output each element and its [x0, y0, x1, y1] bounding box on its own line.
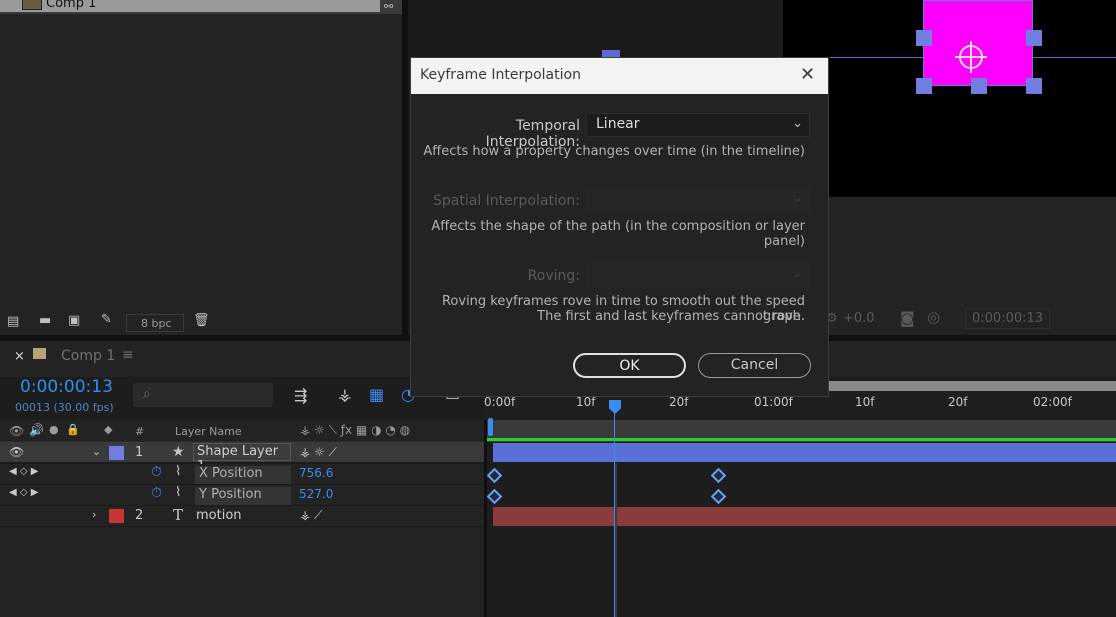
- composition-icon: [22, 0, 42, 10]
- feather-icon[interactable]: ✎: [101, 312, 112, 327]
- keyframe-navigator[interactable]: ◀ ◇ ▶: [9, 466, 38, 477]
- project-item-row[interactable]: Comp 1: [0, 0, 402, 14]
- close-icon[interactable]: ✕: [800, 64, 815, 85]
- project-panel: [0, 0, 402, 335]
- chevron-down-icon: ⌄: [792, 191, 803, 206]
- empty-layer-area: [0, 527, 484, 617]
- viewer-timecode[interactable]: 0:00:00:13: [965, 308, 1051, 329]
- layer-number-header: #: [135, 425, 145, 438]
- dialog-title: Keyframe Interpolation: [420, 67, 581, 83]
- magenta-shape[interactable]: [923, 0, 1033, 86]
- ok-button[interactable]: OK: [573, 353, 686, 378]
- ruler-tick: 10f: [855, 395, 875, 409]
- layer-switches[interactable]: ⚶ ⟋: [300, 508, 322, 523]
- close-tab-icon[interactable]: ×: [14, 349, 25, 364]
- layer-row[interactable]: [0, 506, 484, 527]
- ruler-tick: 20f: [948, 395, 968, 409]
- bit-depth-button[interactable]: 8 bpc: [126, 314, 184, 332]
- flowchart-icon[interactable]: ⚯: [384, 0, 400, 13]
- ruler-tick: 0:00f: [484, 395, 516, 409]
- property-name: Y Position: [195, 487, 291, 505]
- audio-column-icon[interactable]: 🔊: [29, 423, 44, 437]
- shy-layers-icon[interactable]: ⚶: [338, 385, 352, 404]
- work-area-range: [484, 438, 1116, 441]
- visibility-column-icon[interactable]: 👁: [9, 424, 24, 438]
- ruler-tick: 01:00f: [754, 395, 793, 409]
- current-time-display[interactable]: 0:00:00:13: [20, 377, 113, 397]
- keyframe[interactable]: [710, 467, 727, 484]
- new-folder-icon[interactable]: ▬: [39, 313, 51, 328]
- stopwatch-icon[interactable]: ⏱: [151, 485, 162, 501]
- interpret-footage-icon[interactable]: ▤: [7, 314, 19, 329]
- keyframe-navigator[interactable]: ◀ ◇ ▶: [9, 487, 38, 498]
- roving-label: Roving:: [527, 268, 580, 284]
- ruler-tick: 10f: [576, 395, 596, 409]
- property-name: X Position: [195, 466, 291, 484]
- bounding-handle[interactable]: [1026, 78, 1042, 94]
- panel-menu-icon[interactable]: ≡: [122, 347, 134, 363]
- exposure-value[interactable]: +0.0: [843, 311, 875, 326]
- keyframe[interactable]: [710, 488, 727, 505]
- ruler-tick: 02:00f: [1033, 395, 1072, 409]
- layer-color-label[interactable]: [109, 446, 124, 460]
- layer-color-label[interactable]: [109, 509, 124, 523]
- bounding-handle[interactable]: [916, 78, 932, 94]
- lock-column-icon[interactable]: 🔒: [66, 423, 80, 436]
- layer-name[interactable]: Shape Layer 1: [193, 443, 291, 474]
- current-time-indicator[interactable]: [614, 405, 615, 617]
- work-area-start-handle[interactable]: [488, 418, 493, 436]
- graph-icon[interactable]: ⌇: [175, 485, 181, 500]
- frame-count: 00013 (30.00 fps): [15, 401, 114, 414]
- spatial-help: Affects the shape of the path (in the co…: [431, 219, 805, 249]
- cancel-button[interactable]: Cancel: [698, 353, 811, 378]
- chevron-down-icon: ⌄: [792, 266, 803, 281]
- frame-blending-icon[interactable]: ▦: [369, 385, 384, 404]
- stopwatch-icon[interactable]: ⏱: [151, 464, 162, 480]
- timeline-tab[interactable]: Comp 1: [61, 348, 115, 364]
- layer-number: 1: [135, 445, 144, 460]
- bounding-handle[interactable]: [1026, 30, 1042, 46]
- layer-number: 2: [135, 508, 144, 523]
- show-snapshot-icon[interactable]: ◎: [927, 308, 940, 326]
- solo-column-icon[interactable]: ●: [49, 423, 59, 436]
- project-item-label: Comp 1: [46, 0, 97, 11]
- property-value[interactable]: 527.0: [299, 487, 333, 501]
- layer-name[interactable]: motion: [196, 508, 242, 523]
- roving-help-line-2: The first and last keyframes cannot rove…: [537, 309, 805, 324]
- new-composition-icon[interactable]: ▣: [68, 313, 80, 328]
- temporal-interpolation-select[interactable]: Linear ⌄: [586, 113, 810, 137]
- text-layer-icon: T: [173, 506, 184, 524]
- snapshot-icon[interactable]: ◙: [900, 309, 915, 327]
- trash-icon[interactable]: 🗑: [193, 313, 210, 328]
- keyframe-interpolation-dialog: Keyframe Interpolation ✕ Temporal Interp…: [410, 57, 829, 397]
- property-value[interactable]: 756.6: [299, 466, 333, 480]
- roving-select[interactable]: ⌄: [586, 263, 810, 287]
- comp-color-label: [33, 348, 46, 359]
- timeline-split[interactable]: [484, 420, 487, 617]
- expand-chevron-icon[interactable]: ⌄: [92, 445, 101, 458]
- switches-header-icons: ⚶ ☼ ⟍ ƒx ▦ ◑ ◔ ◍: [300, 423, 411, 437]
- layer-name-header[interactable]: Layer Name: [175, 425, 242, 438]
- bounding-handle[interactable]: [916, 30, 932, 46]
- shape-layer-bar[interactable]: [493, 443, 1116, 462]
- anchor-point-icon[interactable]: [955, 41, 987, 73]
- chevron-down-icon: ⌄: [792, 116, 803, 131]
- temporal-value: Linear: [596, 116, 640, 132]
- temporal-help: Affects how a property changes over time…: [423, 144, 805, 159]
- text-layer-bar[interactable]: [493, 507, 1116, 526]
- expand-chevron-icon[interactable]: ›: [92, 508, 96, 521]
- label-column-icon[interactable]: ◆: [104, 423, 112, 436]
- spatial-interpolation-select[interactable]: ⌄: [586, 188, 810, 212]
- shape-layer-star-icon: ★: [172, 444, 185, 460]
- spatial-label: Spatial Interpolation:: [433, 193, 580, 209]
- visibility-eye-icon[interactable]: 👁: [9, 445, 24, 459]
- composition-flowchart-icon[interactable]: ⇶: [294, 386, 307, 405]
- graph-icon[interactable]: ⌇: [175, 464, 181, 479]
- ruler-tick: 20f: [669, 395, 689, 409]
- bounding-handle[interactable]: [971, 78, 987, 94]
- layer-switches[interactable]: ⚶ ☼ ⟋: [300, 445, 337, 460]
- keyframe[interactable]: [486, 488, 503, 505]
- layer-search-input[interactable]: ⌕: [133, 383, 273, 407]
- keyframe[interactable]: [486, 467, 503, 484]
